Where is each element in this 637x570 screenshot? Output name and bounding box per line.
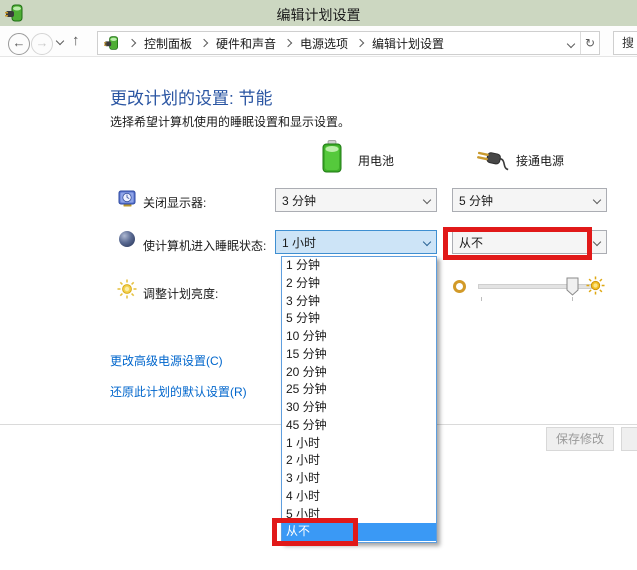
slider-tick	[572, 297, 573, 301]
sleep-battery-select[interactable]: 1 小时	[275, 230, 437, 254]
dropdown-option[interactable]: 30 分钟	[282, 399, 436, 417]
dropdown-option[interactable]: 15 分钟	[282, 346, 436, 364]
dropdown-option[interactable]: 4 小时	[282, 488, 436, 506]
display-plugged-select[interactable]: 5 分钟	[452, 188, 607, 212]
breadcrumb-power-options[interactable]: 电源选项	[300, 35, 348, 52]
breadcrumb-edit-plan-settings[interactable]: 编辑计划设置	[372, 35, 444, 52]
dropdown-option[interactable]: 3 小时	[282, 470, 436, 488]
refresh-button[interactable]: ↻	[581, 32, 599, 54]
display-battery-select[interactable]: 3 分钟	[275, 188, 437, 212]
breadcrumb-separator-icon	[356, 39, 364, 47]
brightness-dim-icon	[453, 280, 466, 293]
title-bar: 编辑计划设置	[0, 0, 637, 26]
breadcrumb-separator-icon	[284, 39, 292, 47]
dropdown-option[interactable]: 45 分钟	[282, 417, 436, 435]
breadcrumb-hardware-sound[interactable]: 硬件和声音	[216, 35, 276, 52]
row-label-sleep: 使计算机进入睡眠状态:	[143, 237, 266, 254]
sleep-moon-icon	[119, 231, 135, 247]
search-input[interactable]: 搜	[613, 31, 637, 55]
chevron-down-icon	[588, 197, 606, 203]
dropdown-option[interactable]: 3 分钟	[282, 293, 436, 311]
dropdown-option[interactable]: 5 分钟	[282, 310, 436, 328]
brightness-slider-thumb[interactable]	[566, 277, 579, 296]
display-battery-value: 3 分钟	[276, 192, 418, 209]
breadcrumb: 控制面板 硬件和声音 电源选项 编辑计划设置	[98, 35, 562, 52]
cancel-button-partial[interactable]	[621, 427, 637, 451]
column-plugged-in: 接通电源	[516, 152, 564, 169]
dropdown-option[interactable]: 1 小时	[282, 435, 436, 453]
address-dropdown-button[interactable]	[562, 32, 580, 54]
page-title: 更改计划的设置: 节能	[110, 84, 272, 109]
history-chevron-icon[interactable]	[56, 37, 64, 45]
save-changes-button[interactable]: 保存修改	[546, 427, 614, 451]
dropdown-option[interactable]: 2 小时	[282, 452, 436, 470]
breadcrumb-control-panel[interactable]: 控制面板	[144, 35, 192, 52]
edit-plan-settings-window: 编辑计划设置 ← → ↑ 控制面板 硬件和声音 电源选项 编辑计划设置	[0, 0, 637, 570]
annotation-red-box-never-combo	[443, 227, 592, 260]
breadcrumb-separator-icon	[128, 39, 136, 47]
up-button[interactable]: ↑	[72, 32, 80, 49]
display-plugged-value: 5 分钟	[453, 192, 588, 209]
column-on-battery: 用电池	[358, 152, 394, 169]
dropdown-option[interactable]: 10 分钟	[282, 328, 436, 346]
back-button[interactable]: ←	[8, 33, 30, 55]
battery-icon	[322, 140, 342, 173]
page-subtitle: 选择希望计算机使用的睡眠设置和显示设置。	[110, 113, 350, 130]
dropdown-option[interactable]: 1 分钟	[282, 257, 436, 275]
link-restore-defaults[interactable]: 还原此计划的默认设置(R)	[110, 383, 247, 400]
row-label-brightness: 调整计划亮度:	[143, 285, 218, 302]
brightness-bright-icon	[586, 276, 605, 295]
breadcrumb-separator-icon	[200, 39, 208, 47]
row-label-turn-off-display: 关闭显示器:	[143, 194, 206, 211]
chevron-down-icon	[418, 239, 436, 245]
power-options-icon	[104, 35, 120, 51]
sleep-options-dropdown: 1 分钟 2 分钟 3 分钟 5 分钟 10 分钟 15 分钟 20 分钟 25…	[281, 256, 437, 543]
plug-icon	[474, 147, 510, 171]
display-timeout-icon	[118, 189, 137, 208]
address-bar[interactable]: 控制面板 硬件和声音 电源选项 编辑计划设置 ↻	[97, 31, 600, 55]
link-advanced-power-settings[interactable]: 更改高级电源设置(C)	[110, 352, 223, 369]
brightness-sun-icon	[117, 279, 137, 299]
window-title: 编辑计划设置	[0, 5, 637, 25]
slider-tick	[481, 297, 482, 301]
forward-button[interactable]: →	[31, 33, 53, 55]
dropdown-option[interactable]: 20 分钟	[282, 364, 436, 382]
dropdown-option[interactable]: 25 分钟	[282, 381, 436, 399]
sleep-battery-value: 1 小时	[276, 234, 418, 251]
annotation-red-box-never-option	[272, 518, 358, 546]
chevron-down-icon	[418, 197, 436, 203]
dropdown-option[interactable]: 2 分钟	[282, 275, 436, 293]
